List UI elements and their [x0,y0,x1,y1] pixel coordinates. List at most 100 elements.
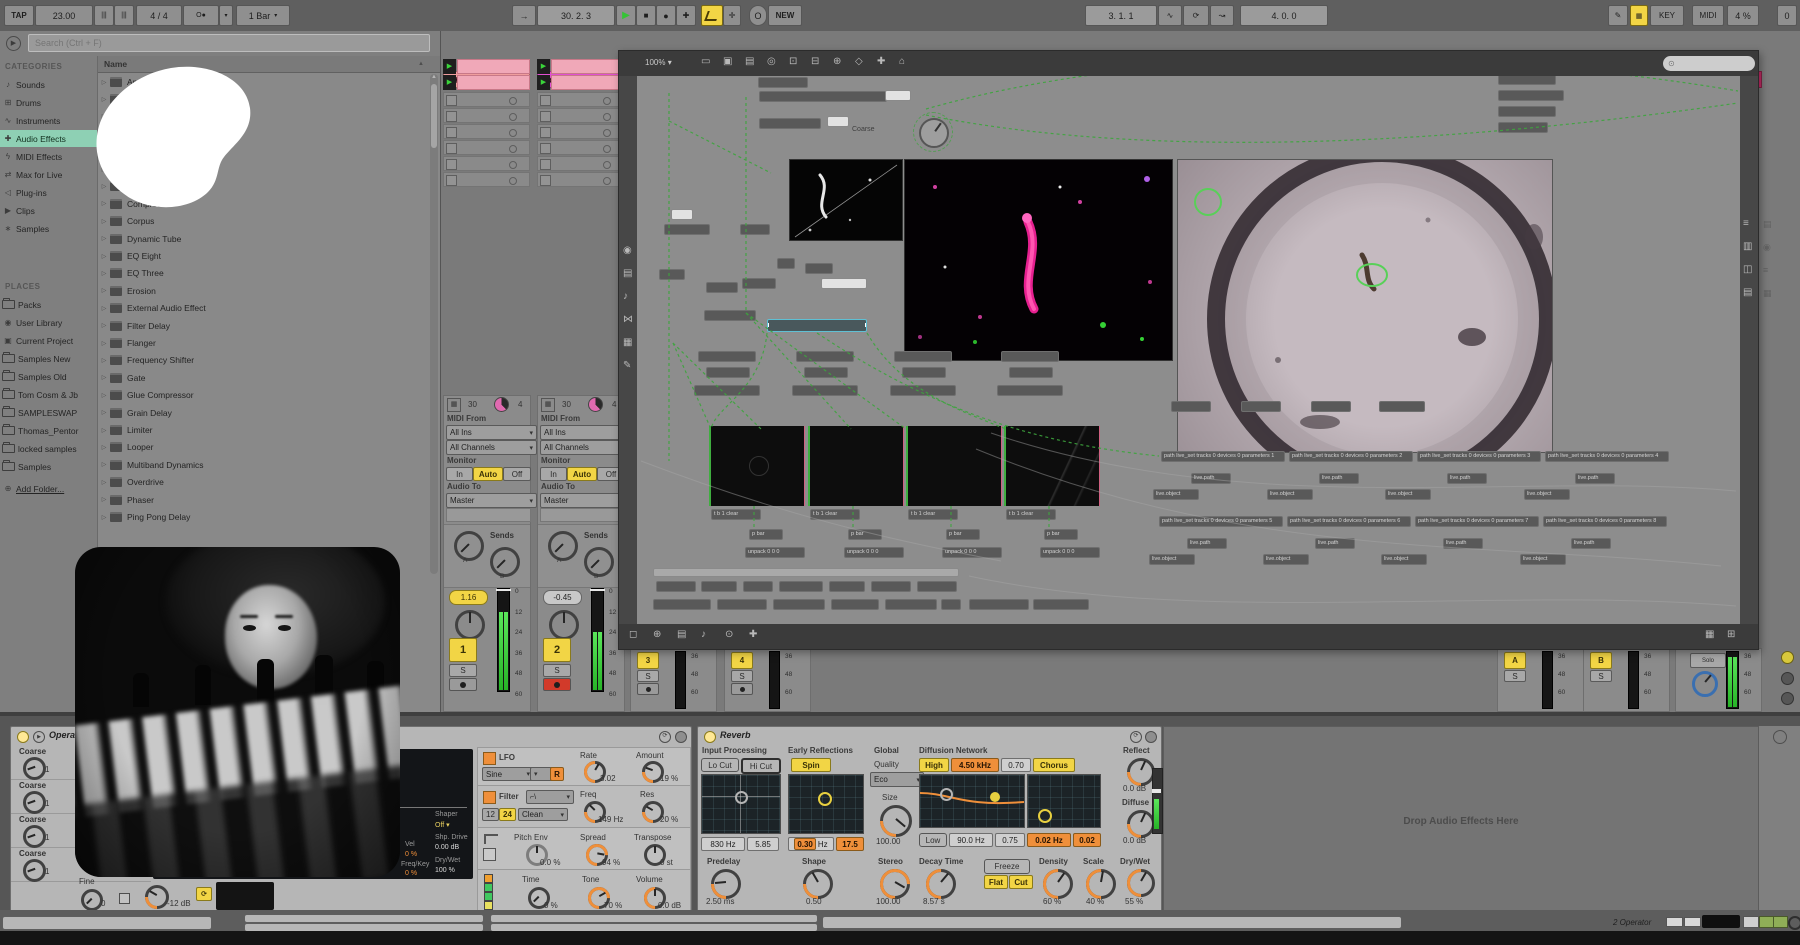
max-object-box[interactable]: live.path [1191,473,1231,484]
max-bottom-icon[interactable]: ▤ [677,630,686,640]
track-activator[interactable]: 4 [731,652,753,669]
device-chain-icon[interactable] [1773,730,1787,744]
clip-stop-icon[interactable] [540,159,551,170]
max-object-box[interactable]: live.path [1443,538,1483,549]
predelay-knob[interactable] [711,869,741,899]
reverb-save-icon[interactable] [1145,731,1157,743]
disclosure-icon[interactable]: ▷ [98,427,110,434]
follow-button[interactable]: → [512,5,536,26]
browser-toggle-icon[interactable]: ▶ [6,36,21,51]
max-object-box[interactable]: t b 1 clear [908,509,958,520]
send-a-knob[interactable] [454,531,484,561]
max-object-box[interactable]: path live_set tracks 0 devices 0 paramet… [1545,451,1669,462]
computer-midi-keyboard-button[interactable]: ▦ [1630,5,1648,26]
clip-slot-filled[interactable]: ▶ [537,75,624,90]
spin-button[interactable]: Spin [791,758,831,772]
operator-hotswap-icon[interactable]: ⟳ [659,731,671,743]
disclosure-icon[interactable]: ▷ [98,392,110,399]
status-segment[interactable] [822,916,1402,929]
punch-out-button[interactable]: ↝ [1210,5,1234,26]
clip-grid-icon[interactable]: ▦ [541,398,555,412]
play-button[interactable]: ▶ [616,5,636,26]
draw-mode-button[interactable]: ✎ [1608,5,1628,26]
max-object-box[interactable] [704,310,756,321]
clip-slot-empty[interactable] [537,124,624,139]
max-object-box[interactable]: unpack 0 0 0 [745,547,805,558]
max-object-box[interactable]: live.path [1187,538,1227,549]
max-object-box[interactable] [1311,401,1351,412]
lfo-toggle[interactable] [483,752,496,765]
status-segment[interactable] [2,916,212,930]
display-drive-value[interactable]: 0.00 dB [435,844,459,851]
disclosure-icon[interactable]: ▷ [98,253,110,260]
max-object-box[interactable] [829,581,865,592]
max-object-box[interactable] [698,351,756,362]
chorus-amount-value[interactable]: 0.02 [1073,833,1101,847]
chorus-rate-value[interactable]: 0.02 Hz [1027,833,1071,847]
diffusion-hival-value[interactable]: 0.70 [1001,758,1031,772]
monitor-in-button[interactable]: In [540,467,567,481]
diffusion-low-button[interactable]: Low [919,833,947,847]
hi-cut-button[interactable]: Hi Cut [741,758,781,774]
max-toolbar-icon[interactable]: ⌂ [899,57,905,67]
max-object-box[interactable] [706,282,738,293]
filter-12-button[interactable]: 12 [482,808,499,821]
coarse-knob[interactable] [23,757,46,780]
max-object-box[interactable] [743,581,773,592]
solo-button[interactable]: S [449,664,477,677]
disclosure-icon[interactable]: ▷ [98,496,110,503]
place-item-sampleswap[interactable]: SAMPLESWAP [0,404,97,421]
midi-map-button[interactable]: MIDI [1692,5,1724,26]
solo-cue-button[interactable]: Solo [1690,653,1726,668]
max-object-box[interactable] [653,599,711,610]
max-object-box[interactable] [941,599,961,610]
browser-item-eq-eight[interactable]: ▷EQ Eight [98,248,440,264]
place-item-samples[interactable]: Samples [0,458,97,475]
clip-stop-icon[interactable] [540,111,551,122]
max-zoom-menu[interactable]: 100% ▾ [645,58,672,67]
max-object-box[interactable]: live.object [1520,554,1566,565]
disclosure-icon[interactable]: ▷ [98,479,110,486]
pan-knob[interactable] [549,610,579,640]
max-object-box[interactable]: path live_set tracks 0 devices 0 paramet… [1415,516,1539,527]
tempo-field[interactable]: 23.00 [35,5,93,26]
device-scroll-panel[interactable] [1759,726,1800,914]
status-segment[interactable] [244,914,484,923]
density-knob[interactable] [1043,869,1073,899]
solo-button[interactable]: S [543,664,571,677]
quality-dropdown[interactable]: Eco [870,772,924,787]
max-toolbar-icon[interactable]: ✚ [877,57,885,67]
osc-d-led[interactable] [484,901,493,910]
pan-knob[interactable] [455,610,485,640]
arm-button[interactable] [637,683,659,695]
display-shaper-value[interactable]: Off ▾ [435,821,450,829]
tap-button[interactable]: TAP [4,5,34,26]
max-object-box[interactable]: path live_set tracks 0 devices 0 paramet… [1161,451,1285,462]
max-object-box[interactable]: unpack 0 0 0 [942,547,1002,558]
monitor-auto-button[interactable]: Auto [567,467,597,481]
max-object-box[interactable] [1498,76,1556,85]
max-object-box[interactable] [656,581,696,592]
stop-button[interactable]: ■ [636,5,656,26]
selection-handle[interactable] [767,323,769,327]
disclosure-icon[interactable]: ▷ [98,270,110,277]
max-object-box[interactable] [777,258,795,269]
browser-item-eq-three[interactable]: ▷EQ Three [98,265,440,281]
max-object-box[interactable] [740,224,770,235]
send-a-knob[interactable] [548,531,578,561]
clip-stop-icon[interactable] [540,127,551,138]
size-knob[interactable] [880,805,912,837]
place-item-tom-cosm-jb[interactable]: Tom Cosm & Jb [0,386,97,403]
max-bottom-icon[interactable]: ♪ [701,630,706,640]
browser-item-limiter[interactable]: ▷Limiter [98,422,440,438]
flat-button[interactable]: Flat [984,875,1008,889]
clip-slot-empty[interactable] [443,108,530,123]
max-object-box[interactable] [796,351,854,362]
max-object-box[interactable] [659,269,685,280]
osc-wave-display[interactable] [216,882,274,910]
max-canvas[interactable]: path live_set tracks 0 devices 0 paramet… [637,76,1740,624]
input-freq-value[interactable]: 830 Hz [701,837,745,851]
display-vel-value[interactable]: 0 % [405,851,417,858]
loop-length-field[interactable]: 4. 0. 0 [1240,5,1328,26]
disclosure-icon[interactable]: ▷ [98,374,110,381]
